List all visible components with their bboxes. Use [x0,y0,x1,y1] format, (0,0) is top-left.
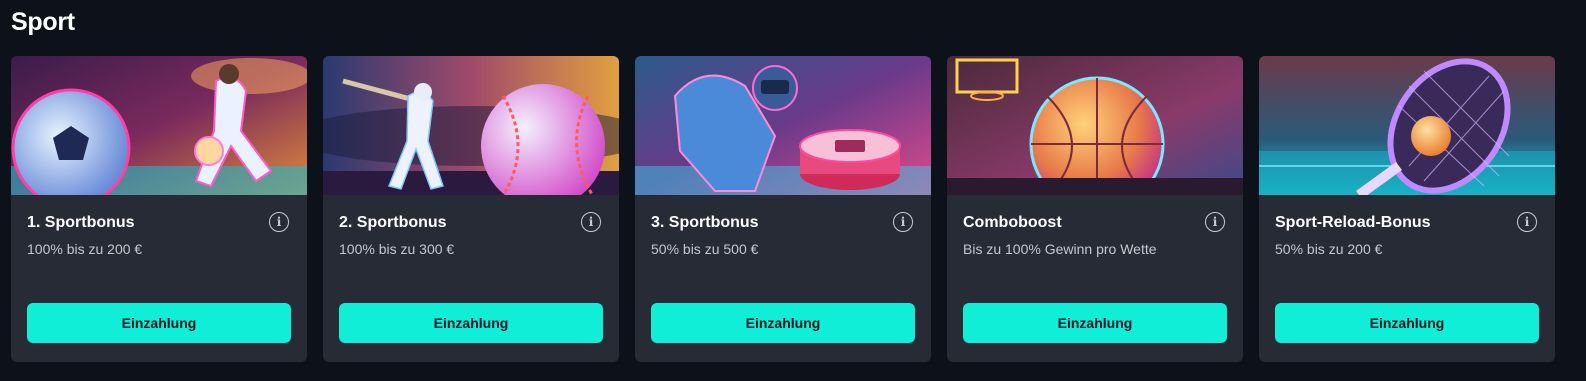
deposit-button[interactable]: Einzahlung [27,303,291,343]
deposit-button[interactable]: Einzahlung [651,303,915,343]
deposit-button[interactable]: Einzahlung [339,303,603,343]
deposit-button[interactable]: Einzahlung [963,303,1227,343]
bonus-card-list: 1. Sportbonus i 100% bis zu 200 € Einzah… [11,56,1555,362]
info-icon[interactable]: i [893,212,913,232]
card-title: 2. Sportbonus [339,214,447,231]
bonus-card-3[interactable]: 3. Sportbonus i 50% bis zu 500 € Einzahl… [635,56,931,362]
baseball-player-art [323,56,619,195]
card-subtitle: 100% bis zu 300 € [339,241,455,257]
bonus-card-5[interactable]: Sport-Reload-Bonus i 50% bis zu 200 € Ei… [1259,56,1555,362]
card-subtitle: 50% bis zu 200 € [1275,241,1383,257]
soccer-player-art [11,56,307,195]
info-icon[interactable]: i [269,212,289,232]
info-icon[interactable]: i [1517,212,1537,232]
bonus-card-4[interactable]: Comboboost i Bis zu 100% Gewinn pro Wett… [947,56,1243,362]
card-subtitle: 100% bis zu 200 € [27,241,143,257]
basketball-art [947,56,1243,195]
info-icon[interactable]: i [1205,212,1225,232]
bonus-card-2[interactable]: 2. Sportbonus i 100% bis zu 300 € Einzah… [323,56,619,362]
card-subtitle: Bis zu 100% Gewinn pro Wette [963,241,1157,257]
card-title: Comboboost [963,214,1062,231]
card-title: Sport-Reload-Bonus [1275,214,1431,231]
tennis-racket-art [1259,56,1555,195]
card-subtitle: 50% bis zu 500 € [651,241,759,257]
section-title: Sport [11,8,75,36]
bonus-card-1[interactable]: 1. Sportbonus i 100% bis zu 200 € Einzah… [11,56,307,362]
hockey-player-art [635,56,931,195]
deposit-button[interactable]: Einzahlung [1275,303,1539,343]
info-icon[interactable]: i [581,212,601,232]
card-title: 3. Sportbonus [651,214,759,231]
card-title: 1. Sportbonus [27,214,135,231]
